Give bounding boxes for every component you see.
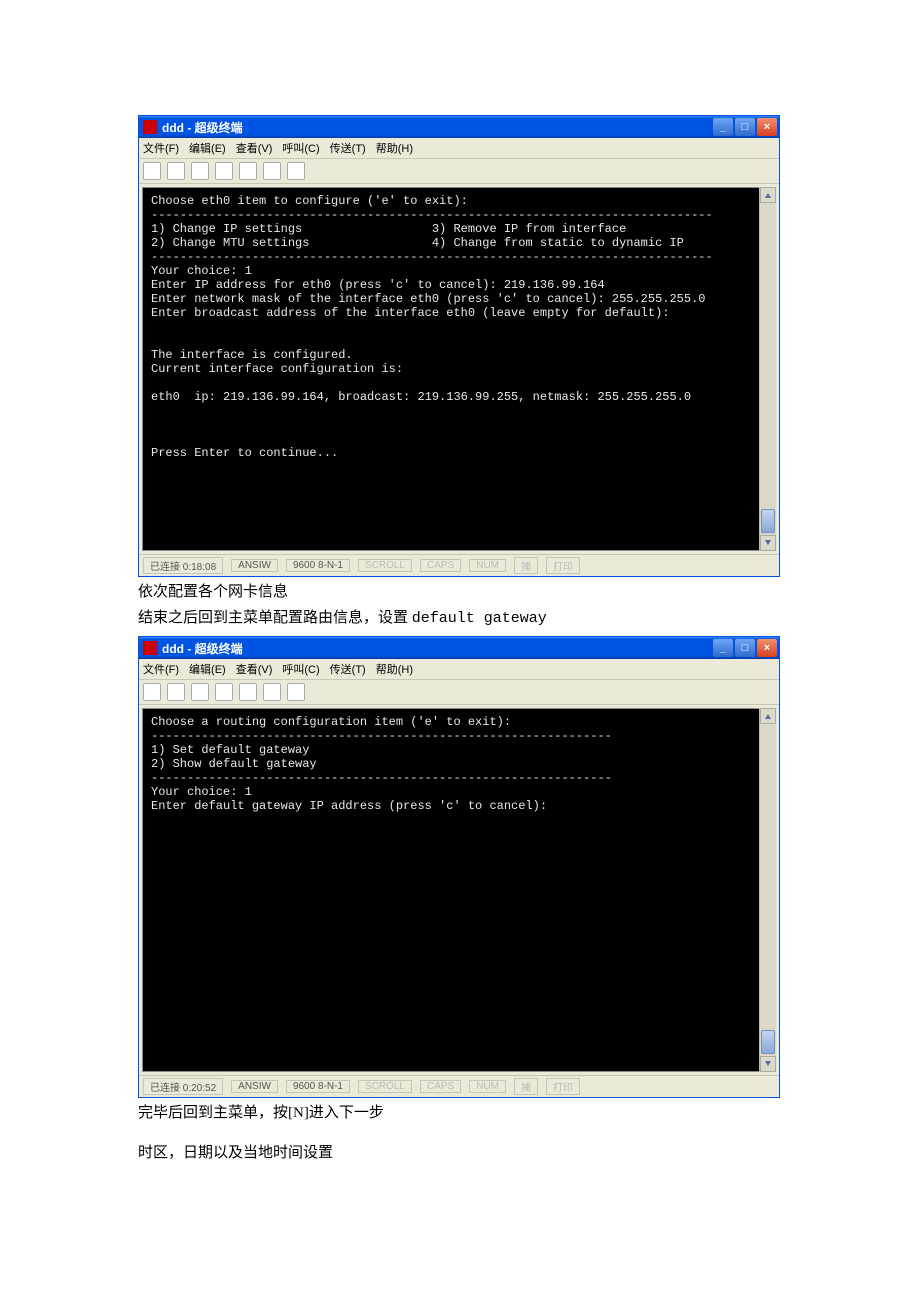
status-baud: 9600 8-N-1 xyxy=(286,1080,350,1093)
status-print: 打印 xyxy=(546,1078,580,1095)
send-icon[interactable] xyxy=(239,162,257,180)
hyperterminal-window-1: ddd - 超级终端 _ □ × 文件(F) 编辑(E) 查看(V) 呼叫(C)… xyxy=(138,115,780,577)
status-emulation: ANSIW xyxy=(231,559,278,572)
status-connection: 已连接 0:18:08 xyxy=(143,557,223,574)
status-bar: 已连接 0:18:08 ANSIW 9600 8-N-1 SCROLL CAPS… xyxy=(139,554,779,576)
doc-paragraph-4: 时区，日期以及当地时间设置 xyxy=(138,1142,782,1164)
menu-file[interactable]: 文件(F) xyxy=(143,661,179,677)
status-emulation: ANSIW xyxy=(231,1080,278,1093)
status-scroll: SCROLL xyxy=(358,1080,412,1093)
doc-mono-gateway: default gateway xyxy=(412,610,547,627)
menu-bar: 文件(F) 编辑(E) 查看(V) 呼叫(C) 传送(T) 帮助(H) xyxy=(139,659,779,680)
open-icon[interactable] xyxy=(167,683,185,701)
status-bar: 已连接 0:20:52 ANSIW 9600 8-N-1 SCROLL CAPS… xyxy=(139,1075,779,1097)
open-icon[interactable] xyxy=(167,162,185,180)
properties-icon[interactable] xyxy=(287,683,305,701)
toolbar xyxy=(139,159,779,184)
status-caps: CAPS xyxy=(420,1080,461,1093)
new-icon[interactable] xyxy=(143,162,161,180)
hyperterminal-window-2: ddd - 超级终端 _ □ × 文件(F) 编辑(E) 查看(V) 呼叫(C)… xyxy=(138,636,780,1098)
receive-icon[interactable] xyxy=(263,162,281,180)
vertical-scrollbar[interactable] xyxy=(759,187,776,551)
menu-transfer[interactable]: 传送(T) xyxy=(330,140,366,156)
minimize-button[interactable]: _ xyxy=(713,639,733,657)
menu-edit[interactable]: 编辑(E) xyxy=(189,140,226,156)
close-button[interactable]: × xyxy=(757,639,777,657)
vertical-scrollbar[interactable] xyxy=(759,708,776,1072)
status-capture: 捕 xyxy=(514,557,538,574)
titlebar[interactable]: ddd - 超级终端 _ □ × xyxy=(139,116,779,138)
status-print: 打印 xyxy=(546,557,580,574)
status-capture: 捕 xyxy=(514,1078,538,1095)
doc-paragraph-2: 结束之后回到主菜单配置路由信息，设置 default gateway xyxy=(138,607,782,630)
maximize-button[interactable]: □ xyxy=(735,118,755,136)
toolbar xyxy=(139,680,779,705)
hangup-icon[interactable] xyxy=(215,683,233,701)
scroll-down-icon[interactable] xyxy=(760,535,776,551)
properties-icon[interactable] xyxy=(287,162,305,180)
window-title: ddd - 超级终端 xyxy=(162,119,243,136)
menu-transfer[interactable]: 传送(T) xyxy=(330,661,366,677)
status-baud: 9600 8-N-1 xyxy=(286,559,350,572)
scroll-up-icon[interactable] xyxy=(760,708,776,724)
menu-help[interactable]: 帮助(H) xyxy=(376,661,413,677)
call-icon[interactable] xyxy=(191,162,209,180)
status-num: NUM xyxy=(469,559,506,572)
status-scroll: SCROLL xyxy=(358,559,412,572)
doc-paragraph-3: 完毕后回到主菜单，按[N]进入下一步 xyxy=(138,1102,782,1124)
receive-icon[interactable] xyxy=(263,683,281,701)
app-icon xyxy=(143,120,157,134)
status-caps: CAPS xyxy=(420,559,461,572)
scroll-down-icon[interactable] xyxy=(760,1056,776,1072)
terminal-output[interactable]: Choose eth0 item to configure ('e' to ex… xyxy=(142,187,760,551)
menu-help[interactable]: 帮助(H) xyxy=(376,140,413,156)
status-connection: 已连接 0:20:52 xyxy=(143,1078,223,1095)
hangup-icon[interactable] xyxy=(215,162,233,180)
close-button[interactable]: × xyxy=(757,118,777,136)
maximize-button[interactable]: □ xyxy=(735,639,755,657)
minimize-button[interactable]: _ xyxy=(713,118,733,136)
menu-view[interactable]: 查看(V) xyxy=(236,661,273,677)
menu-view[interactable]: 查看(V) xyxy=(236,140,273,156)
scroll-up-icon[interactable] xyxy=(760,187,776,203)
menu-call[interactable]: 呼叫(C) xyxy=(282,661,319,677)
menu-call[interactable]: 呼叫(C) xyxy=(282,140,319,156)
call-icon[interactable] xyxy=(191,683,209,701)
titlebar[interactable]: ddd - 超级终端 _ □ × xyxy=(139,637,779,659)
menu-edit[interactable]: 编辑(E) xyxy=(189,661,226,677)
menu-bar: 文件(F) 编辑(E) 查看(V) 呼叫(C) 传送(T) 帮助(H) xyxy=(139,138,779,159)
scroll-thumb[interactable] xyxy=(761,1030,775,1054)
terminal-output[interactable]: Choose a routing configuration item ('e'… xyxy=(142,708,760,1072)
status-num: NUM xyxy=(469,1080,506,1093)
window-title: ddd - 超级终端 xyxy=(162,640,243,657)
doc-paragraph-1: 依次配置各个网卡信息 xyxy=(138,581,782,603)
send-icon[interactable] xyxy=(239,683,257,701)
new-icon[interactable] xyxy=(143,683,161,701)
menu-file[interactable]: 文件(F) xyxy=(143,140,179,156)
app-icon xyxy=(143,641,157,655)
doc-paragraph-2a: 结束之后回到主菜单配置路由信息，设置 xyxy=(138,610,412,626)
scroll-thumb[interactable] xyxy=(761,509,775,533)
